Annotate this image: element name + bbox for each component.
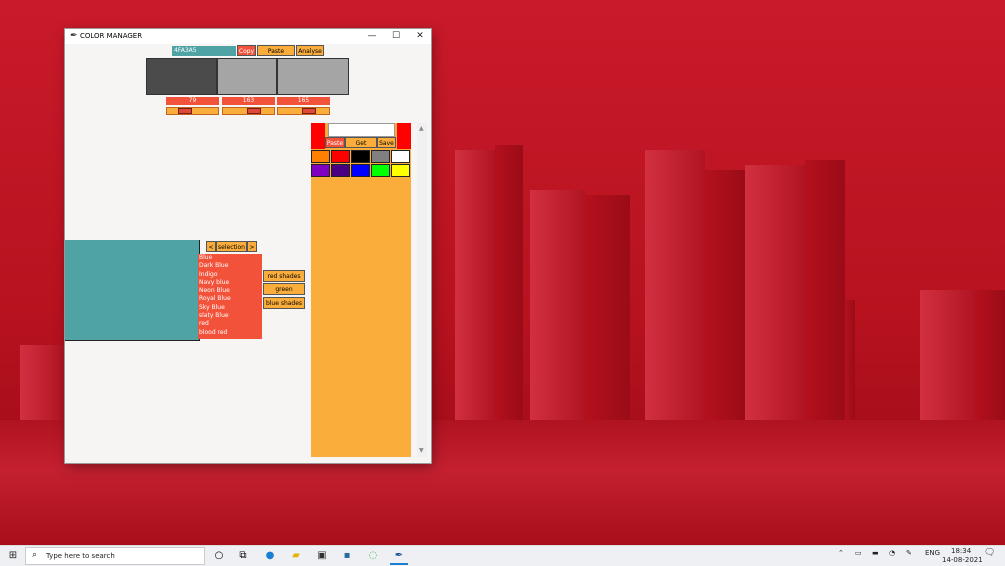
hex-input[interactable]: 4FA3A5 [172,46,236,56]
clock-time[interactable]: 18:34 [951,547,971,555]
palette-cell[interactable] [371,164,390,177]
list-item[interactable]: Blue [198,254,262,262]
palette-cell[interactable] [351,164,370,177]
list-item[interactable]: Royal Blue [198,295,262,303]
palette-cell[interactable] [391,164,410,177]
list-item[interactable]: blood red [198,329,262,337]
search-placeholder: Type here to search [46,552,115,560]
feather-icon[interactable]: ✒ [390,548,408,565]
paste-button[interactable]: Paste [325,137,345,148]
list-item[interactable]: Navy blue [198,279,262,287]
store-icon[interactable]: ▣ [313,548,331,563]
palette-cell[interactable] [391,150,410,163]
wallpaper-building [455,150,495,420]
color-swatch-dark [146,58,217,95]
red-slider[interactable] [166,107,219,115]
green-slider[interactable] [222,107,275,115]
feather-icon: ✒ [70,31,78,41]
blue-slider-value: 165 [277,97,330,105]
app-icon[interactable]: ▪ [338,548,356,563]
wallpaper-building [920,290,975,420]
color-name-list[interactable]: Blue Dark Blue Indigo Navy blue Neon Blu… [198,254,262,339]
taskbar: ⊞ ⌕ Type here to search ○ ⧉ ● ▰ ▣ ▪ ◌ ✒ … [0,545,1005,566]
list-item[interactable]: slaty Blue [198,312,262,320]
save-button[interactable]: Save [377,137,396,148]
list-item[interactable]: Neon Blue [198,287,262,295]
scroll-up-icon[interactable]: ▲ [419,125,424,132]
palette-cell[interactable] [351,150,370,163]
palette-indicator-right [397,123,411,149]
wallpaper-building [745,165,805,420]
palette-cell[interactable] [311,150,330,163]
wallpaper-building [495,145,523,420]
palette-cell[interactable] [311,164,330,177]
blue-slider[interactable] [277,107,330,115]
list-item[interactable]: Sky Blue [198,304,262,312]
color-swatch-mid [217,58,277,95]
wallpaper-building [805,160,845,420]
search-icon: ⌕ [32,550,38,560]
minimize-button[interactable]: — [361,30,383,43]
battery-icon[interactable]: ▬ [872,549,879,557]
meet-icon[interactable]: ▭ [855,549,862,557]
file-explorer-icon[interactable]: ▰ [287,548,305,563]
slider-knob[interactable] [178,108,192,114]
red-shades-button[interactable]: red shades [263,270,305,282]
palette-cell[interactable] [371,150,390,163]
close-button[interactable]: ✕ [409,30,431,43]
maximize-button[interactable]: ☐ [385,30,407,43]
color-swatch-light [277,58,349,95]
wallpaper-building [845,300,855,420]
window-title: COLOR MANAGER [80,32,143,40]
clock-date[interactable]: 14-08-2021 [942,556,983,564]
language-indicator[interactable]: ENG [925,549,940,557]
get-colors-button[interactable]: Get colors [345,137,377,158]
selection-next-button[interactable]: > [247,241,257,252]
pen-icon[interactable]: ✎ [906,549,912,557]
wallpaper-building [20,345,65,420]
color-manager-window: ✒ COLOR MANAGER — ☐ ✕ 4FA3A5 Copy Paste … [65,29,431,463]
analyse-button[interactable]: Analyse [296,45,324,56]
edge-icon[interactable]: ● [261,548,279,563]
chevron-up-icon[interactable]: ⌃ [838,549,844,557]
title-bar[interactable]: ✒ COLOR MANAGER — ☐ ✕ [65,29,431,44]
palette-panel: Paste Get colors Save [311,123,411,457]
wallpaper-building [975,290,1005,420]
wallpaper-building [645,150,705,420]
list-item[interactable]: red [198,320,262,328]
slider-knob[interactable] [247,108,261,114]
taskbar-search[interactable]: ⌕ Type here to search [25,547,205,565]
wallpaper-building [705,170,745,420]
selection-label[interactable]: selection [216,241,247,252]
green-shades-button[interactable]: green shades [263,283,305,305]
scroll-down-icon[interactable]: ▼ [419,447,424,454]
task-view-icon[interactable]: ⧉ [234,548,252,563]
slider-knob[interactable] [302,108,316,114]
app-ring-icon[interactable]: ◌ [364,548,382,563]
notifications-icon[interactable]: 🗨 [984,548,995,558]
color-preview [65,240,200,341]
list-item[interactable]: Indigo [198,271,262,279]
start-icon[interactable]: ⊞ [4,548,22,563]
copy-button[interactable]: Copy [237,45,256,56]
palette-indicator-left [311,123,325,149]
paste-image-button[interactable]: Paste Image [257,45,295,66]
blue-shades-button[interactable]: blue shades [263,297,305,309]
wifi-icon[interactable]: ◔ [889,549,895,557]
palette-cell[interactable] [331,164,350,177]
palette-input[interactable] [328,123,395,137]
wallpaper-building [530,190,585,420]
vertical-scrollbar[interactable]: ▲ ▼ [417,123,427,457]
list-item[interactable]: Dark Blue [198,262,262,270]
green-slider-value: 163 [222,97,275,105]
palette-cell[interactable] [331,150,350,163]
cortana-icon[interactable]: ○ [210,548,228,563]
red-slider-value: 79 [166,97,219,105]
selection-prev-button[interactable]: < [206,241,216,252]
wallpaper-building [585,195,630,420]
